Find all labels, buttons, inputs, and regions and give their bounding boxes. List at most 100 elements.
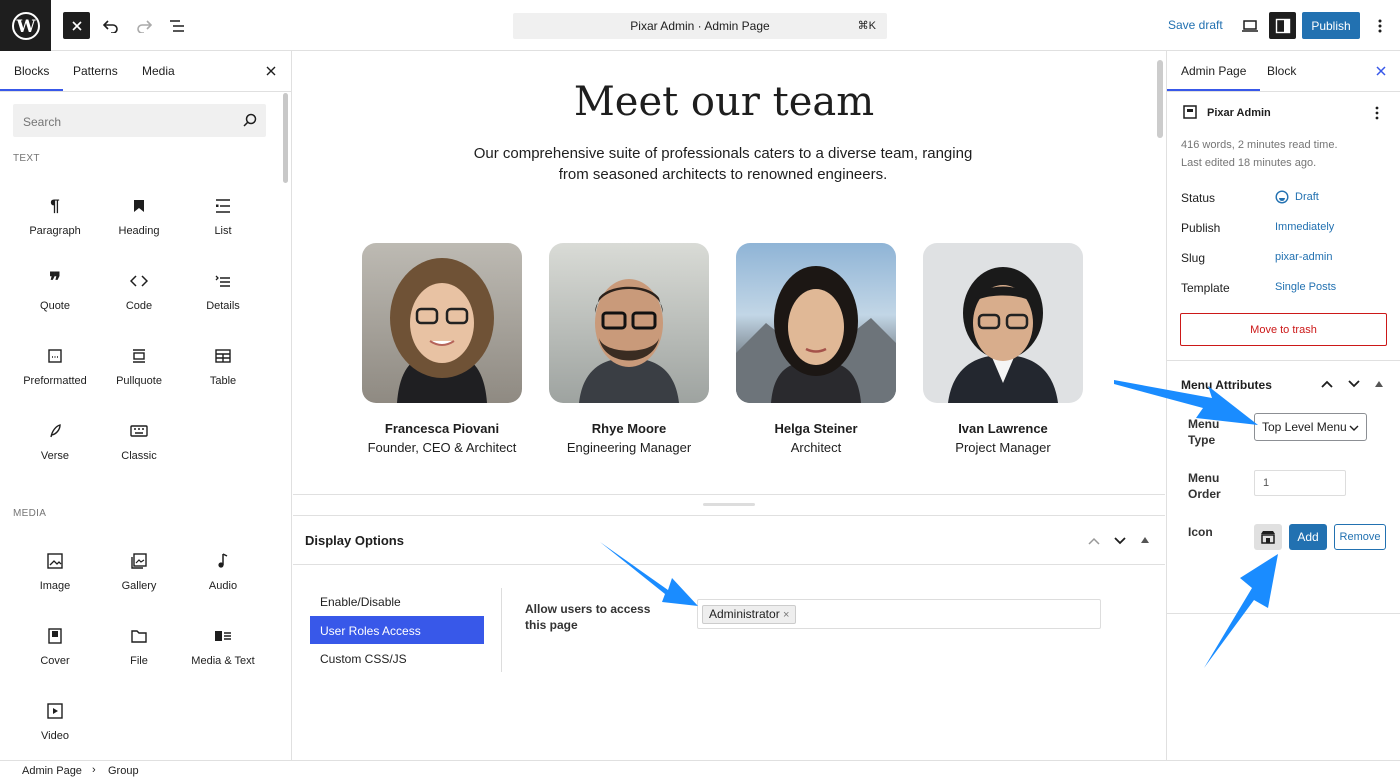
role-tag-label: Administrator <box>709 607 780 621</box>
block-table[interactable]: Table <box>181 345 265 405</box>
move-to-trash-button[interactable]: Move to trash <box>1180 313 1387 346</box>
menu-order-input[interactable]: 1 <box>1254 470 1346 496</box>
undo-button[interactable] <box>97 12 124 39</box>
cover-icon <box>48 628 62 644</box>
block-video[interactable]: Video <box>13 700 97 760</box>
publish-value[interactable]: Immediately <box>1275 221 1334 233</box>
block-paragraph[interactable]: ¶ Paragraph <box>13 195 97 255</box>
preformatted-icon <box>48 349 62 363</box>
block-label: Pullquote <box>116 375 162 387</box>
add-icon-button[interactable]: Add <box>1289 524 1327 550</box>
block-code[interactable]: Code <box>97 270 181 330</box>
list-icon <box>216 199 230 213</box>
image-icon <box>47 553 63 569</box>
block-list[interactable]: List <box>181 195 265 255</box>
bookmark-icon <box>134 200 144 212</box>
lead-paragraph[interactable]: Our comprehensive suite of professionals… <box>465 143 981 185</box>
slug-label: Slug <box>1181 251 1206 265</box>
chevron-up-icon[interactable] <box>1088 537 1100 545</box>
editor-topbar: W Pixar Admin · Admin Page ⌘K Save draft… <box>0 0 1400 51</box>
preview-button[interactable] <box>1236 12 1263 39</box>
publish-button[interactable]: Publish <box>1302 12 1360 39</box>
team-card[interactable]: Francesca Piovani Founder, CEO & Archite… <box>362 243 522 455</box>
chevron-down-icon[interactable] <box>1348 380 1360 388</box>
tab-patterns[interactable]: Patterns <box>73 64 118 78</box>
code-icon <box>130 275 148 287</box>
publish-label: Publish <box>1181 221 1221 235</box>
list-view-icon <box>169 19 184 32</box>
tag-remove-icon[interactable]: × <box>783 609 789 621</box>
paragraph-icon: ¶ <box>50 196 60 215</box>
search-icon <box>243 113 257 127</box>
inserter-scrollbar[interactable] <box>283 93 288 183</box>
document-title: Pixar Admin · Admin Page <box>630 19 770 33</box>
template-value[interactable]: Single Posts <box>1275 281 1336 293</box>
breadcrumb-item[interactable]: Admin Page <box>22 765 82 777</box>
template-label: Template <box>1181 281 1230 295</box>
close-icon[interactable] <box>266 66 276 76</box>
team-card[interactable]: Helga Steiner Architect <box>736 243 896 455</box>
display-options-header[interactable]: Display Options <box>293 515 1165 565</box>
breadcrumb-item[interactable]: Group <box>108 765 139 777</box>
collapse-triangle-icon[interactable] <box>1375 381 1383 387</box>
command-palette-bar[interactable]: Pixar Admin · Admin Page ⌘K <box>513 13 887 39</box>
block-label: Cover <box>40 655 70 667</box>
status-value[interactable]: Draft <box>1295 191 1319 203</box>
block-quote[interactable]: ❞ Quote <box>13 270 97 330</box>
block-heading[interactable]: Heading <box>97 195 181 255</box>
document-overview-button[interactable] <box>163 12 190 39</box>
save-draft-button[interactable]: Save draft <box>1168 18 1223 32</box>
remove-icon-button[interactable]: Remove <box>1334 524 1386 550</box>
collapse-triangle-icon[interactable] <box>1141 537 1149 543</box>
team-role: Engineering Manager <box>566 440 692 455</box>
chevron-down-icon[interactable] <box>1114 537 1126 545</box>
block-image[interactable]: Image <box>13 550 97 610</box>
section-heading-text: TEXT <box>13 153 40 164</box>
resize-handle[interactable] <box>703 503 755 506</box>
chevron-up-icon[interactable] <box>1321 380 1333 388</box>
tab-enable-disable[interactable]: Enable/Disable <box>310 587 484 615</box>
svg-text:W: W <box>15 17 36 37</box>
team-card[interactable]: Rhye Moore Engineering Manager <box>549 243 709 455</box>
block-label: Media & Text <box>191 655 255 667</box>
block-preformatted[interactable]: Preformatted <box>13 345 97 405</box>
page-heading[interactable]: Meet our team <box>293 79 1155 125</box>
access-field-label: Allow users to access this page <box>525 602 651 632</box>
tab-user-roles-access[interactable]: User Roles Access <box>310 616 484 644</box>
close-icon[interactable] <box>1376 66 1386 76</box>
block-classic[interactable]: Classic <box>97 420 181 480</box>
wordpress-logo-icon[interactable]: W <box>0 0 51 51</box>
close-inserter-button[interactable] <box>63 12 90 39</box>
team-photo <box>923 243 1083 403</box>
settings-toggle-button[interactable] <box>1269 12 1296 39</box>
tab-admin-page[interactable]: Admin Page <box>1166 64 1261 91</box>
block-gallery[interactable]: Gallery <box>97 550 181 610</box>
block-cover[interactable]: Cover <box>13 625 97 685</box>
block-search-input[interactable]: Search <box>13 104 266 137</box>
roles-tag-input[interactable]: Administrator × <box>697 599 1101 629</box>
more-vertical-icon <box>1378 19 1381 32</box>
slug-value[interactable]: pixar-admin <box>1275 251 1332 263</box>
icon-preview[interactable] <box>1254 524 1282 550</box>
tab-block[interactable]: Block <box>1267 64 1296 78</box>
block-details[interactable]: Details <box>181 270 265 330</box>
team-card[interactable]: Ivan Lawrence Project Manager <box>923 243 1083 455</box>
role-tag[interactable]: Administrator × <box>702 605 797 624</box>
tab-media[interactable]: Media <box>142 64 175 78</box>
inserter-tabs: Blocks Patterns Media <box>0 51 291 92</box>
menu-type-select[interactable]: Top Level Menu <box>1254 413 1367 441</box>
options-button[interactable] <box>1366 12 1393 39</box>
tab-blocks[interactable]: Blocks <box>0 64 64 91</box>
shortcut-hint: ⌘K <box>857 20 876 32</box>
tab-custom-css-js[interactable]: Custom CSS/JS <box>310 644 484 672</box>
table-icon <box>215 349 231 363</box>
block-verse[interactable]: Verse <box>13 420 97 480</box>
more-vertical-icon[interactable] <box>1375 106 1379 120</box>
block-media-text[interactable]: Media & Text <box>181 625 265 685</box>
canvas-scrollbar[interactable] <box>1157 60 1163 138</box>
block-file[interactable]: File <box>97 625 181 685</box>
block-pullquote[interactable]: Pullquote <box>97 345 181 405</box>
redo-button[interactable] <box>130 12 157 39</box>
last-edited: Last edited 18 minutes ago. <box>1181 157 1317 169</box>
block-audio[interactable]: Audio <box>181 550 265 610</box>
